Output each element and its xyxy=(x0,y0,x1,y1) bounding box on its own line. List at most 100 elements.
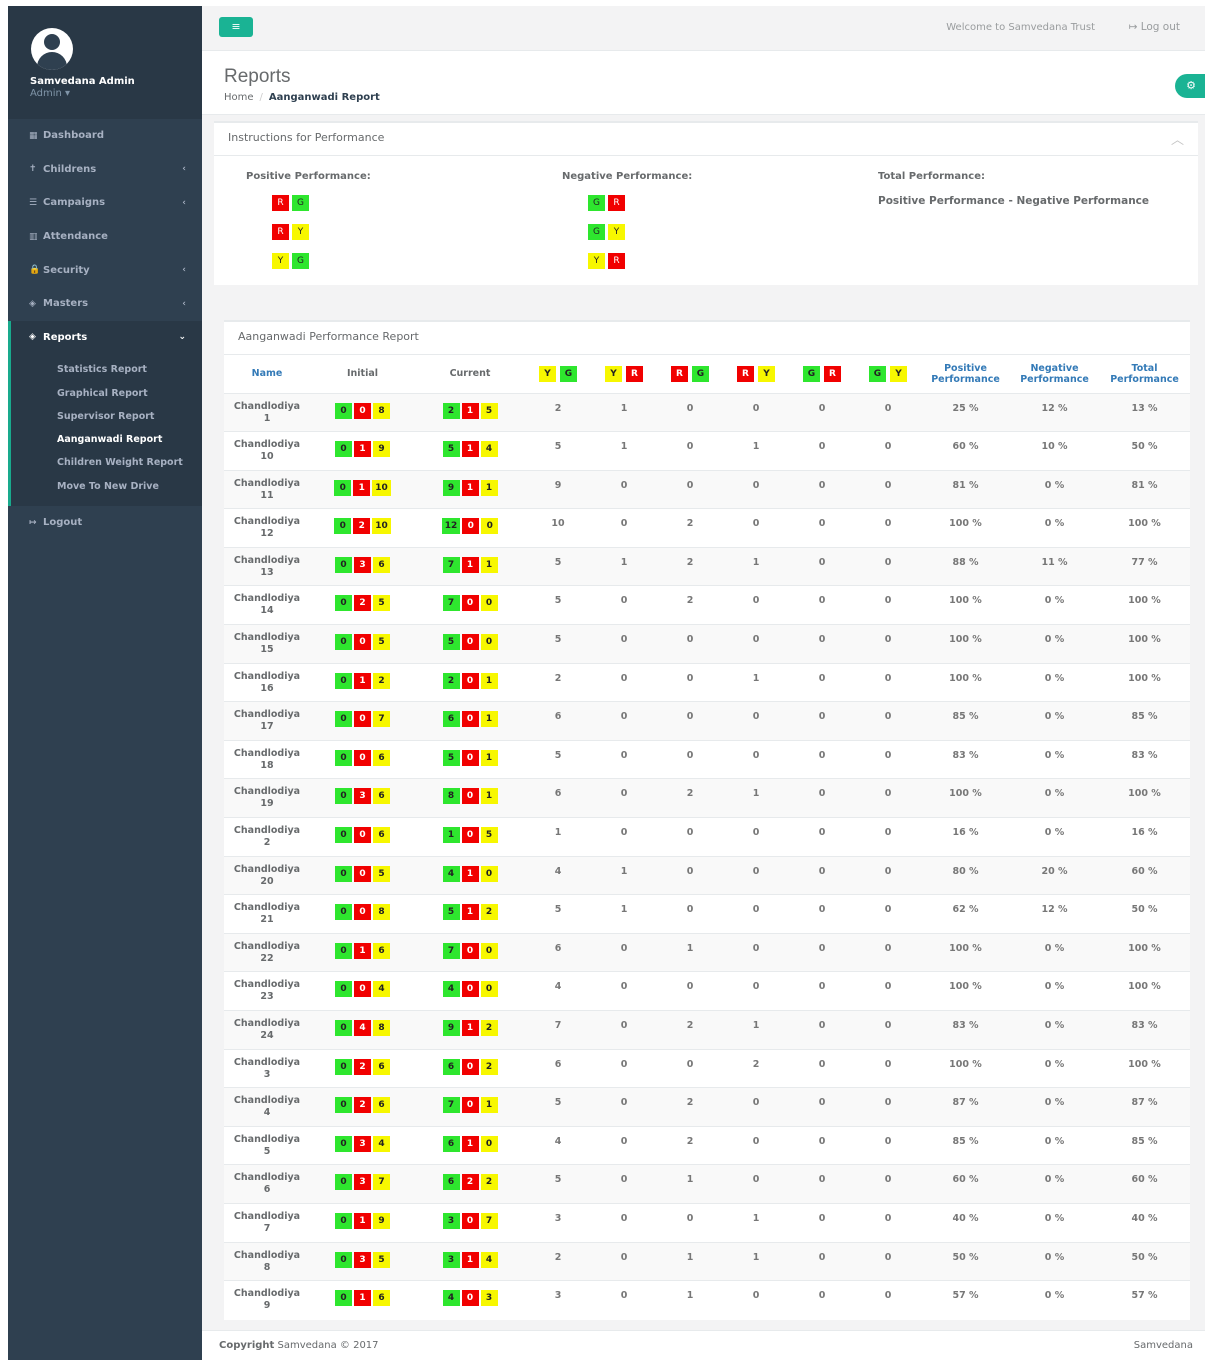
green-count-box: 0 xyxy=(335,1097,352,1114)
table-body: Chandlodiya 1 0 0 8 2 1 5 2 1 0 0 0 0 25 % 12 % 13 % Chan… xyxy=(224,392,1190,1320)
table-row: Chandlodiya 19 0 3 6 8 0 1 6 0 2 1 0 0 100 % 0 % 100 % xyxy=(224,778,1190,818)
sidebar-item-dashboard[interactable]: ▦ Dashboard xyxy=(8,119,202,153)
red-count-box: 0 xyxy=(354,904,371,921)
cell-total: 85 % xyxy=(1099,701,1190,741)
sidebar-item-reports[interactable]: ◈ Reports ⌄ xyxy=(11,321,202,355)
cell-total: 60 % xyxy=(1099,855,1190,895)
red-count-box: 1 xyxy=(461,479,479,496)
table-row: Chandlodiya 15 0 0 5 5 0 0 5 0 0 0 0 0 100 % 0 % 100 % xyxy=(224,624,1190,664)
column-header-name[interactable]: Name xyxy=(224,355,310,394)
red-count-box: 3 xyxy=(354,788,371,805)
cell-transition-count: 0 xyxy=(657,739,723,779)
yellow-count-box: 7 xyxy=(373,711,390,728)
cell-negative: 12 % xyxy=(1010,894,1099,934)
sidebar-item-logout[interactable]: ↦ Logout xyxy=(8,506,202,540)
cell-transition-count: 5 xyxy=(525,1164,591,1204)
green-count-box: 7 xyxy=(442,556,460,573)
cell-positive: 50 % xyxy=(921,1241,1010,1281)
column-header-total[interactable]: Total Performance xyxy=(1099,355,1190,394)
submenu-aanganwadi-report[interactable]: Aanganwadi Report xyxy=(11,428,202,451)
name-text: Chandlodiya xyxy=(233,632,301,644)
name-number: 6 xyxy=(263,1184,271,1196)
name-number: 7 xyxy=(263,1222,271,1234)
column-header-gy: GY xyxy=(855,355,921,394)
cell-name: Chandlodiya 8 xyxy=(224,1241,310,1281)
name-number: 2 xyxy=(263,837,271,849)
breadcrumb-home[interactable]: Home xyxy=(224,92,254,103)
logout-link[interactable]: ↦ Log out xyxy=(1129,21,1180,33)
cell-total: 100 % xyxy=(1099,662,1190,702)
yellow-box: Y xyxy=(588,253,605,269)
name-text: Chandlodiya xyxy=(233,400,301,412)
submenu-children-weight-report[interactable]: Children Weight Report xyxy=(11,451,202,474)
chevron-up-icon[interactable]: ︿ xyxy=(1171,129,1184,148)
cell-total: 83 % xyxy=(1099,1010,1190,1050)
menu-toggle-button[interactable]: ≡ xyxy=(219,17,253,37)
yellow-count-box: 2 xyxy=(480,904,498,921)
cell-total: 13 % xyxy=(1099,392,1190,432)
yellow-count-box: 4 xyxy=(480,1251,498,1268)
green-count-box: 4 xyxy=(442,1290,460,1307)
cell-current: 314 xyxy=(415,1241,525,1281)
red-count-box: 2 xyxy=(354,1097,371,1114)
sidebar-item-attendance[interactable]: ▥ Attendance xyxy=(8,220,202,254)
green-count-box: 6 xyxy=(442,1135,460,1152)
column-header-positive[interactable]: Positive Performance xyxy=(921,355,1010,394)
sidebar-item-masters[interactable]: ◈ Masters ‹ xyxy=(8,287,202,321)
name-text: Chandlodiya xyxy=(233,825,301,837)
cell-transition-count: 10 xyxy=(525,508,591,548)
cell-transition-count: 0 xyxy=(657,662,723,702)
cell-transition-count: 0 xyxy=(789,1087,855,1127)
submenu-move-to-new-drive[interactable]: Move To New Drive xyxy=(11,475,202,498)
submenu-graphical-report[interactable]: Graphical Report xyxy=(11,381,202,404)
red-count-box: 3 xyxy=(354,556,371,573)
sign-out-icon: ↦ xyxy=(29,517,37,528)
red-count-box: 0 xyxy=(461,1212,479,1229)
red-count-box: 1 xyxy=(461,556,479,573)
cell-transition-count: 0 xyxy=(657,392,723,432)
sidebar: Samvedana Admin Admin ▾ ▦ Dashboard ✝ Chil… xyxy=(8,6,202,1360)
table-row: Chandlodiya 24 0 4 8 9 1 2 7 0 2 1 0 0 83 % 0 % 83 % xyxy=(224,1010,1190,1050)
lock-icon: 🔒 xyxy=(29,265,41,276)
yellow-count-box: 6 xyxy=(373,1097,390,1114)
cell-initial: 006 xyxy=(310,739,415,779)
red-count-box: 0 xyxy=(461,827,479,844)
green-box: G xyxy=(292,253,309,269)
name-number: 11 xyxy=(260,489,274,501)
table-row: Chandlodiya 9 0 1 6 4 0 3 3 0 1 0 0 0 57 % 0 % 57 % xyxy=(224,1280,1190,1320)
sidebar-item-childrens[interactable]: ✝ Childrens ‹ xyxy=(8,153,202,187)
yellow-count-box: 10 xyxy=(372,479,391,496)
name-number: 20 xyxy=(260,875,274,887)
sidebar-item-security[interactable]: 🔒 Security ‹ xyxy=(8,253,202,287)
gear-icon[interactable]: ⚙ xyxy=(1175,74,1205,98)
cell-transition-count: 0 xyxy=(723,624,789,664)
cell-transition-count: 5 xyxy=(525,431,591,471)
green-count-box: 0 xyxy=(335,1058,352,1075)
cell-negative: 0 % xyxy=(1010,1010,1099,1050)
cell-transition-count: 0 xyxy=(789,431,855,471)
cell-initial: 0 2 10 xyxy=(310,508,415,548)
submenu-supervisor-report[interactable]: Supervisor Report xyxy=(11,405,202,428)
yellow-box: Y xyxy=(608,224,625,240)
cell-transition-count: 2 xyxy=(657,508,723,548)
cell-current: 912 xyxy=(415,1010,525,1050)
column-header-negative[interactable]: Negative Performance xyxy=(1010,355,1099,394)
cell-name: Chandlodiya 6 xyxy=(224,1164,310,1204)
cell-transition-count: 0 xyxy=(855,624,921,664)
green-count-box: 6 xyxy=(442,1174,460,1191)
submenu-statistics-report[interactable]: Statistics Report xyxy=(11,358,202,381)
cell-negative: 0 % xyxy=(1010,778,1099,818)
name-number: 16 xyxy=(260,682,274,694)
green-count-box: 7 xyxy=(442,595,460,612)
name-text: Chandlodiya xyxy=(233,477,301,489)
sidebar-item-campaigns[interactable]: ☰ Campaigns ‹ xyxy=(8,186,202,220)
red-count-box: 1 xyxy=(354,1290,371,1307)
cell-transition-count: 0 xyxy=(789,894,855,934)
cell-total: 81 % xyxy=(1099,469,1190,509)
cell-positive: 16 % xyxy=(921,817,1010,857)
avatar[interactable] xyxy=(31,28,73,70)
diamond-icon: ◈ xyxy=(29,332,36,343)
profile-role-dropdown[interactable]: Admin ▾ xyxy=(30,88,202,99)
cell-name: Chandlodiya 2 xyxy=(224,817,310,857)
cell-name: Chandlodiya 20 xyxy=(224,855,310,895)
